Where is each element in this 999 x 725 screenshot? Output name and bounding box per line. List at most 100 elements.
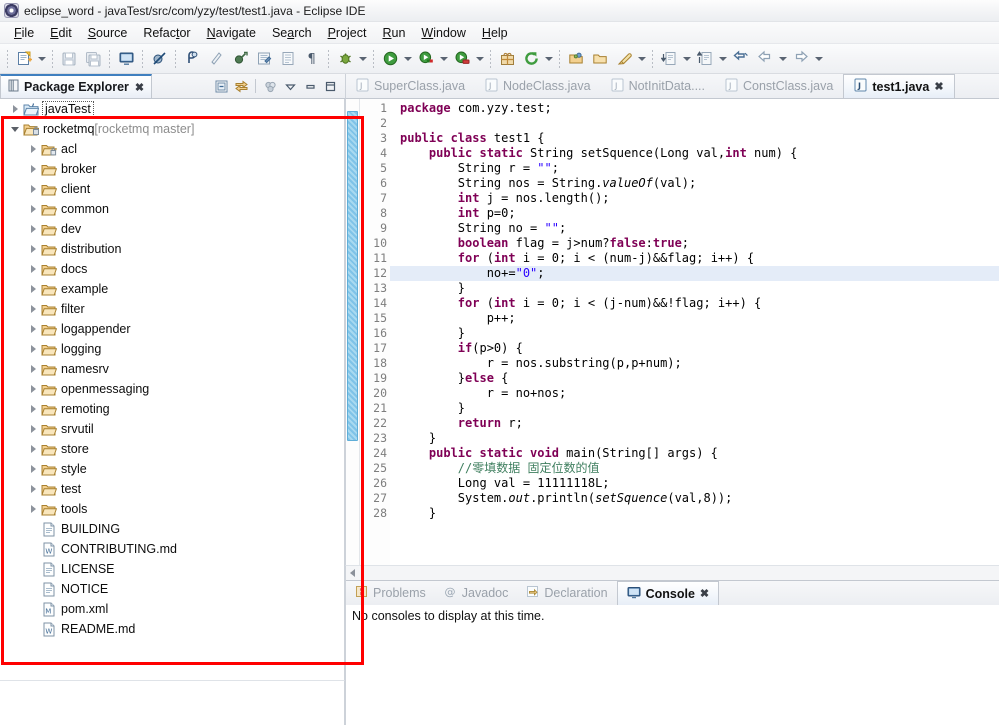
run-dropdown-caret[interactable] [402, 48, 413, 70]
tree-item-srvutil[interactable]: srvutil [0, 419, 344, 439]
code-line[interactable]: int j = nos.length(); [400, 191, 999, 206]
expand-arrow-icon[interactable] [26, 265, 40, 273]
expand-arrow-icon[interactable] [26, 305, 40, 313]
tree-item-rocketmq[interactable]: rocketmq [rocketmq master] [0, 119, 344, 139]
tree-item-acl[interactable]: acl [0, 139, 344, 159]
last-edit-location-icon[interactable] [730, 48, 752, 70]
external-tools-icon[interactable] [253, 48, 275, 70]
expand-arrow-icon[interactable] [26, 225, 40, 233]
back-icon[interactable] [754, 48, 776, 70]
code-line[interactable]: } [400, 401, 999, 416]
tree-item-example[interactable]: example [0, 279, 344, 299]
tree-item-readme-md[interactable]: W README.md [0, 619, 344, 639]
code-line[interactable]: for (int i = 0; i < (num-j)&&flag; i++) … [400, 251, 999, 266]
open-task-icon[interactable] [277, 48, 299, 70]
code-line[interactable]: //零填数据 固定位数的值 [400, 461, 999, 476]
expand-arrow-icon[interactable] [26, 145, 40, 153]
new-wizard-icon[interactable] [13, 48, 35, 70]
expand-arrow-icon[interactable] [26, 325, 40, 333]
code-line[interactable]: } [400, 326, 999, 341]
debug-dropdown-caret[interactable] [357, 48, 368, 70]
save-all-icon[interactable] [82, 48, 104, 70]
menu-item-project[interactable]: Project [320, 24, 375, 42]
previous-annotation-caret[interactable] [717, 48, 728, 70]
code-line[interactable]: } [400, 431, 999, 446]
editor-tab-notinitdata-[interactable]: J NotInitData.... [601, 74, 715, 98]
code-line[interactable]: public static String setSquence(Long val… [400, 146, 999, 161]
focus-on-active-task-icon[interactable] [261, 77, 279, 95]
menu-item-help[interactable]: Help [474, 24, 516, 42]
code-line[interactable]: r = no+nos; [400, 386, 999, 401]
expand-arrow-icon[interactable] [8, 105, 22, 113]
code-line[interactable]: public static void main(String[] args) { [400, 446, 999, 461]
code-line[interactable]: System.out.println(setSquence(val,8)); [400, 491, 999, 506]
bottom-tab-declaration[interactable]: Declaration [517, 581, 616, 605]
close-icon[interactable]: ✖ [700, 587, 709, 600]
toggle-mark-occurrences-icon[interactable] [181, 48, 203, 70]
editor-vertical-scrollbar[interactable] [346, 99, 360, 565]
refresh-icon[interactable] [520, 48, 542, 70]
code-editor[interactable]: package com.yzy.test; public class test1… [390, 99, 999, 565]
tree-item-tools[interactable]: tools [0, 499, 344, 519]
tree-item-distribution[interactable]: distribution [0, 239, 344, 259]
previous-annotation-icon[interactable] [694, 48, 716, 70]
tree-item-namesrv[interactable]: namesrv [0, 359, 344, 379]
menu-item-edit[interactable]: Edit [42, 24, 80, 42]
bottom-tab-console[interactable]: Console ✖ [616, 581, 720, 605]
code-line[interactable]: return r; [400, 416, 999, 431]
expand-arrow-icon[interactable] [26, 445, 40, 453]
tree-item-building[interactable]: BUILDING [0, 519, 344, 539]
tree-item-pom-xml[interactable]: Mpom.xml [0, 599, 344, 619]
open-type-icon[interactable] [565, 48, 587, 70]
refresh-caret[interactable] [543, 48, 554, 70]
tree-item-logappender[interactable]: logappender [0, 319, 344, 339]
tree-item-test[interactable]: test [0, 479, 344, 499]
code-line[interactable]: Long val = 11111118L; [400, 476, 999, 491]
expand-arrow-icon[interactable] [26, 165, 40, 173]
open-resource-icon[interactable] [589, 48, 611, 70]
close-icon[interactable]: ✖ [934, 80, 943, 93]
code-line[interactable]: String no = ""; [400, 221, 999, 236]
code-line[interactable]: no+="0"; [390, 266, 999, 281]
coverage-icon[interactable] [451, 48, 473, 70]
tree-item-broker[interactable]: broker [0, 159, 344, 179]
code-line[interactable] [400, 116, 999, 131]
new-java-class-icon[interactable] [229, 48, 251, 70]
forward-icon[interactable] [790, 48, 812, 70]
link-with-editor-icon[interactable] [232, 77, 250, 95]
tree-item-docs[interactable]: docs [0, 259, 344, 279]
menu-item-source[interactable]: Source [80, 24, 136, 42]
minimize-icon[interactable] [301, 77, 319, 95]
collapse-arrow-icon[interactable] [8, 127, 22, 132]
menu-item-search[interactable]: Search [264, 24, 320, 42]
code-line[interactable]: String r = ""; [400, 161, 999, 176]
run-external-caret[interactable] [438, 48, 449, 70]
tree-item-license[interactable]: LICENSE [0, 559, 344, 579]
tree-item-filter[interactable]: filter [0, 299, 344, 319]
code-line[interactable]: package com.yzy.test; [400, 101, 999, 116]
run-external-tools-icon[interactable] [415, 48, 437, 70]
tree-item-javatest[interactable]: javaTest [0, 99, 344, 119]
expand-arrow-icon[interactable] [26, 345, 40, 353]
debug-icon[interactable] [334, 48, 356, 70]
code-line[interactable]: String nos = String.valueOf(val); [400, 176, 999, 191]
tree-item-dev[interactable]: dev [0, 219, 344, 239]
next-annotation-caret[interactable] [681, 48, 692, 70]
code-line[interactable]: for (int i = 0; i < (j-num)&&!flag; i++)… [400, 296, 999, 311]
code-line[interactable]: if(p>0) { [400, 341, 999, 356]
new-package-gift-icon[interactable] [496, 48, 518, 70]
expand-arrow-icon[interactable] [26, 405, 40, 413]
tab-package-explorer[interactable]: Package Explorer ✖ [0, 74, 153, 98]
save-icon[interactable] [58, 48, 80, 70]
open-console-icon[interactable] [115, 48, 137, 70]
view-menu-icon[interactable] [281, 77, 299, 95]
menu-item-navigate[interactable]: Navigate [199, 24, 264, 42]
code-line[interactable]: boolean flag = j>num?false:true; [400, 236, 999, 251]
code-line[interactable]: } [400, 506, 999, 521]
new-java-package-icon[interactable] [205, 48, 227, 70]
expand-arrow-icon[interactable] [26, 385, 40, 393]
tree-item-logging[interactable]: logging [0, 339, 344, 359]
close-icon[interactable]: ✖ [135, 81, 144, 94]
editor-tab-nodeclass-java[interactable]: J NodeClass.java [475, 74, 601, 98]
expand-arrow-icon[interactable] [26, 185, 40, 193]
